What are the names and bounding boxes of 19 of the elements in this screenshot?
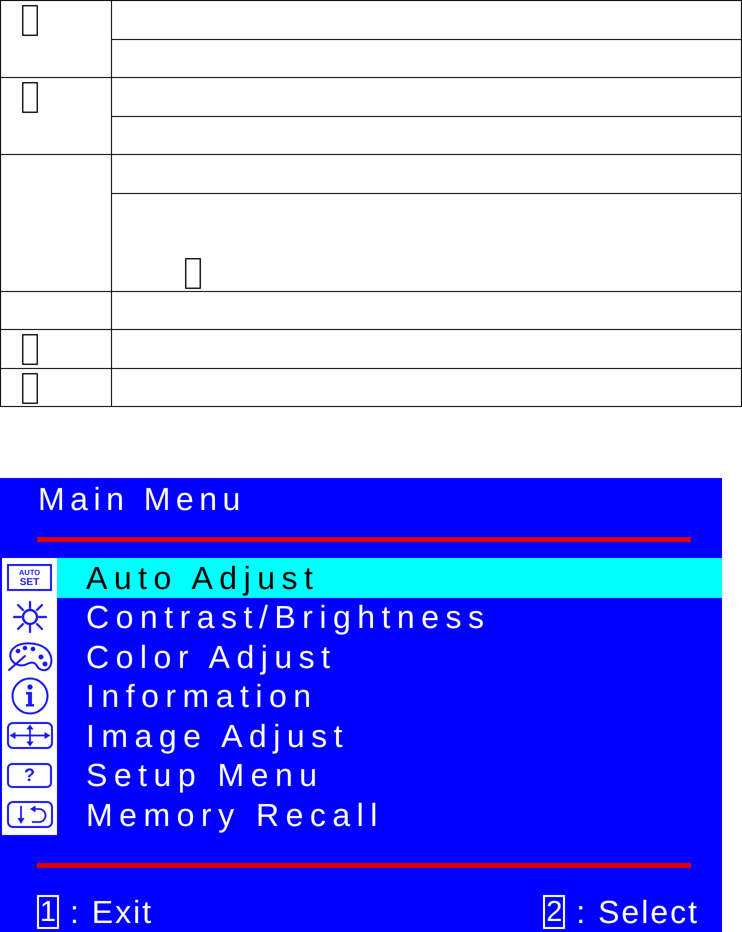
question-mark-tile: ? xyxy=(7,762,52,788)
auto-set-label: AUTO SET xyxy=(7,564,52,592)
menu-item[interactable]: Setup Menu xyxy=(57,756,722,795)
info-icon xyxy=(10,677,48,716)
palette-icon xyxy=(6,640,52,673)
menu-item[interactable]: Information xyxy=(57,676,722,716)
menu-title: Main Menu xyxy=(37,480,247,515)
menu-item[interactable]: Memory Recall xyxy=(57,795,722,834)
menu-item[interactable]: Auto Adjust xyxy=(57,558,722,598)
menu-item[interactable]: Contrast/Brightness xyxy=(57,598,722,637)
four-way-arrows-icon xyxy=(6,722,52,750)
menu-item[interactable]: Image Adjust xyxy=(57,716,722,756)
key-cap: 1 xyxy=(37,895,59,929)
hint-label: : Exit xyxy=(70,895,154,929)
menu-item[interactable]: Color Adjust xyxy=(57,637,722,676)
hint-label: : Select xyxy=(576,895,699,929)
key-cap: 2 xyxy=(543,895,566,929)
down-and-return-arrows-icon xyxy=(6,801,52,828)
sun-icon xyxy=(12,600,48,634)
